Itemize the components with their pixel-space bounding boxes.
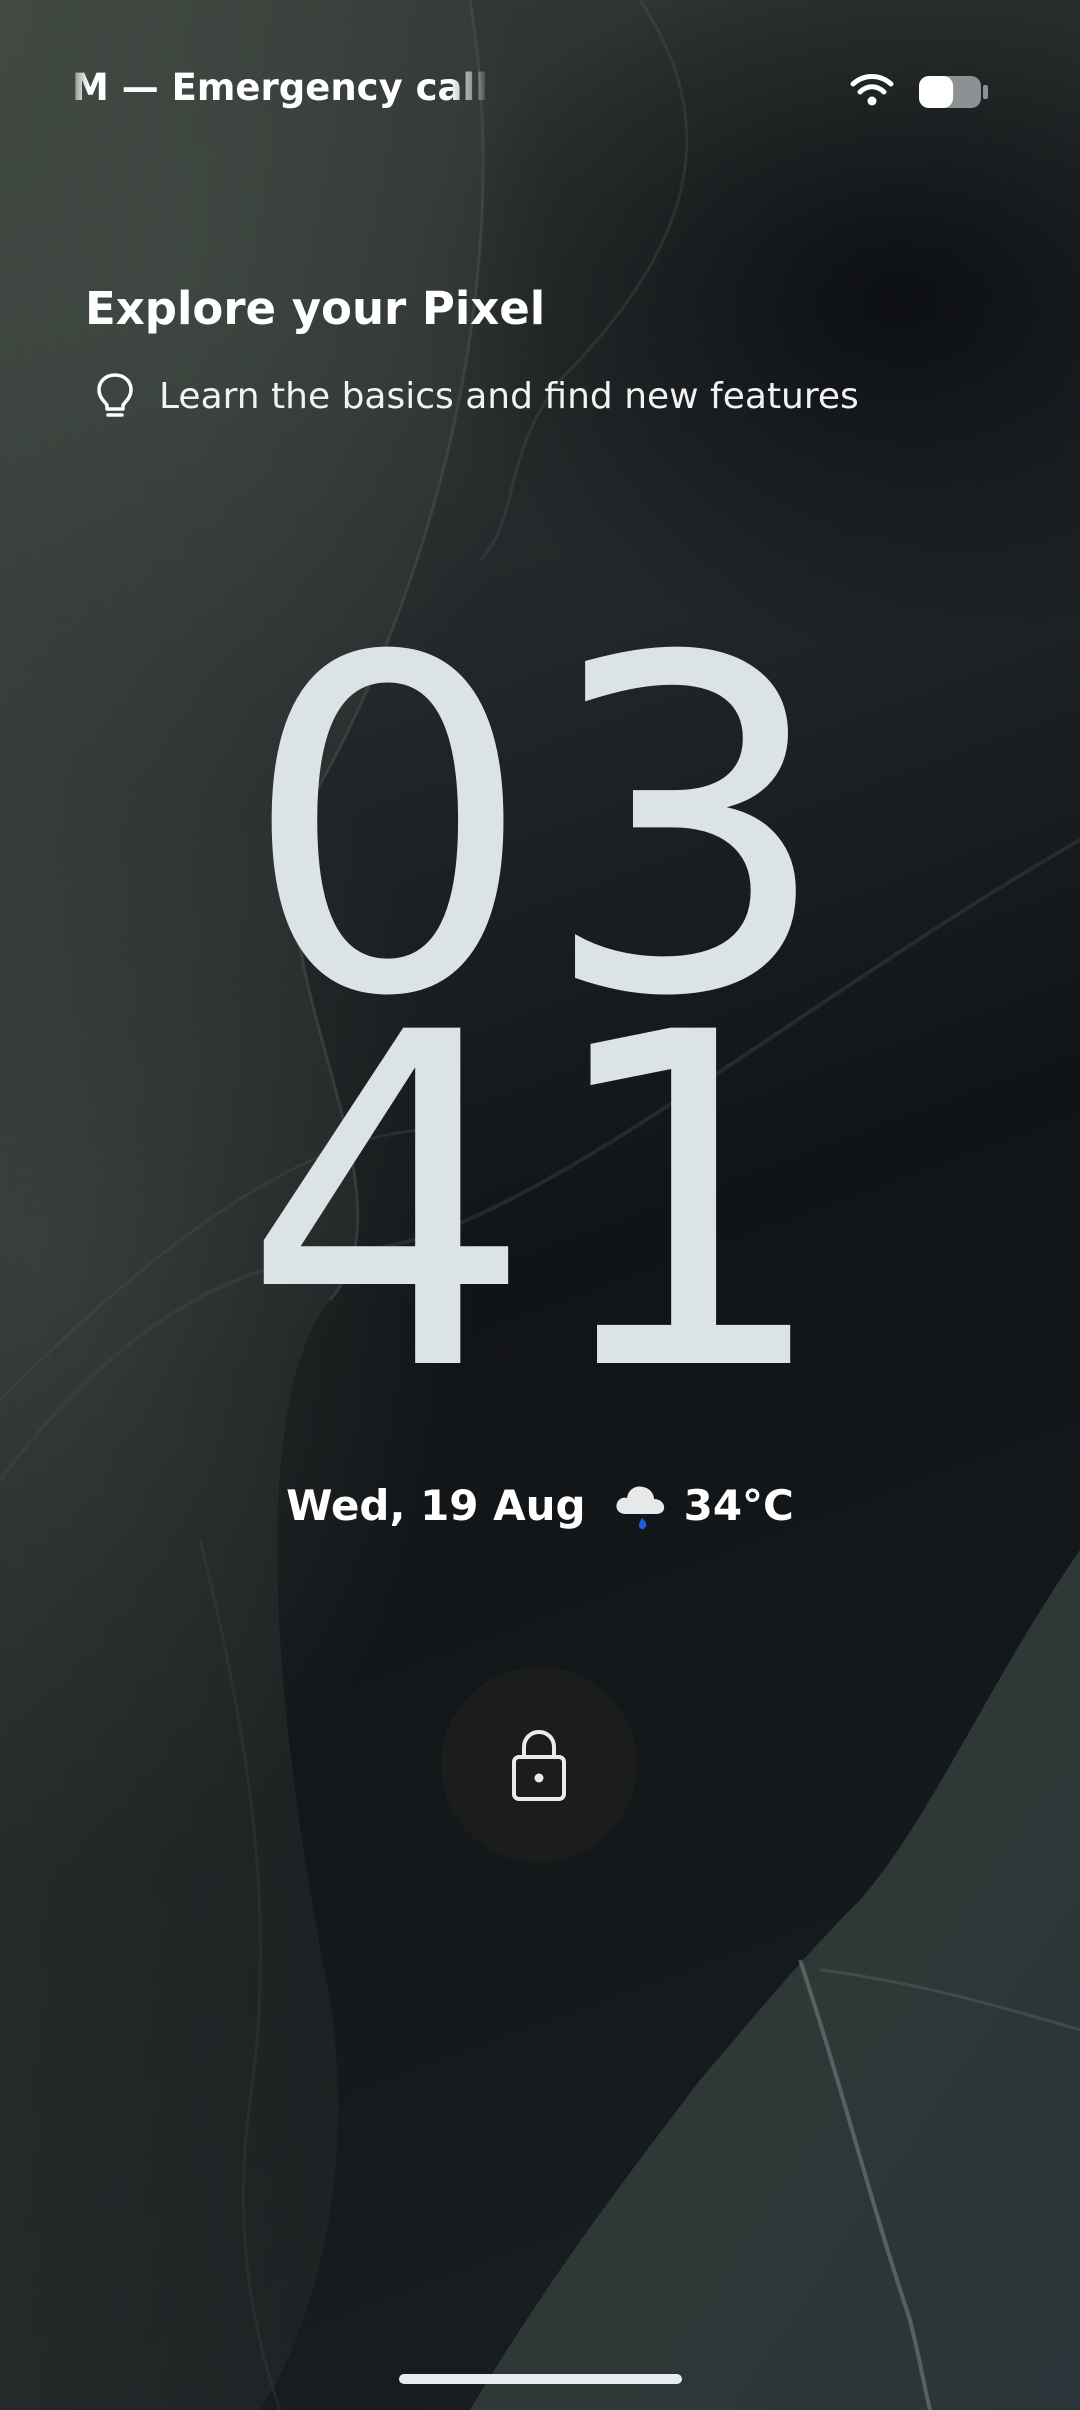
tip-title[interactable]: Explore your Pixel: [85, 282, 545, 335]
wifi-icon: [850, 74, 894, 106]
carrier-status-text: M — Emergency calls o: [72, 66, 492, 109]
battery-icon: [919, 76, 988, 108]
lock-screen: M — Emergency calls o Explore your Pixel…: [0, 0, 1080, 2410]
status-bar: M — Emergency calls o: [0, 0, 1080, 180]
temperature-text: 34°C: [683, 1480, 794, 1530]
cloud-rain-icon: [616, 1486, 664, 1530]
tip-row[interactable]: Learn the basics and find new features: [95, 368, 859, 424]
home-indicator-bar[interactable]: [399, 2374, 682, 2384]
unlock-button[interactable]: [441, 1667, 637, 1863]
date-text: Wed, 19 Aug: [286, 1480, 586, 1530]
date-weather-row[interactable]: Wed, 19 Aug 34°C: [0, 1472, 1080, 1538]
clock-minutes: 41: [241, 937, 839, 1472]
tip-subtitle: Learn the basics and find new features: [159, 375, 859, 417]
lock-icon: [512, 1729, 566, 1801]
lightbulb-icon: [97, 373, 133, 417]
